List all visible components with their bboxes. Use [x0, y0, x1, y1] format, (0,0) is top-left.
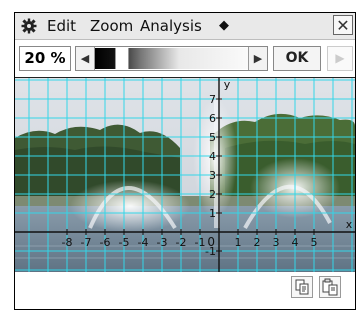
y-tick-label: 5 [209, 131, 216, 144]
graph-canvas[interactable]: -8 -7 -6 -5 -4 -3 -2 -1 1 2 3 4 57654321-10xy [15, 78, 355, 272]
close-button[interactable]: ✕ [333, 15, 353, 35]
menu-edit[interactable]: Edit [47, 16, 76, 36]
slider-track[interactable] [95, 48, 248, 69]
next-arrow-icon: ▶ [327, 46, 353, 71]
status-bar [15, 272, 355, 309]
y-axis-label: y [224, 78, 231, 91]
y-tick-label: 3 [209, 169, 216, 182]
x-axis-label: x [346, 218, 353, 231]
menu-bar: Edit Zoom Analysis ◆ ✕ [15, 13, 355, 40]
analysis-marker-icon: ◆ [219, 18, 229, 33]
zoom-percent-field[interactable]: 20 % [19, 46, 71, 71]
slider-thumb[interactable] [115, 48, 129, 69]
transparency-slider[interactable]: ◀ ▶ [75, 46, 268, 71]
x-tick-label: -4 [138, 236, 149, 249]
x-tick-label: 3 [273, 236, 280, 249]
x-tick-label: -2 [176, 236, 187, 249]
y-tick-label: 2 [209, 188, 216, 201]
graph-window[interactable]: -8 -7 -6 -5 -4 -3 -2 -1 1 2 3 4 5 7 6 5 4 3 2 1 -1 0 x y [15, 77, 355, 273]
x-tick-label: -8 [62, 236, 73, 249]
ok-button[interactable]: OK [273, 46, 321, 71]
x-tick-label: -1 [195, 236, 206, 249]
x-tick-label: 5 [311, 236, 318, 249]
copy-icon[interactable] [291, 276, 313, 298]
toolbar: 20 % ◀ ▶ OK ▶ [15, 40, 355, 76]
y-tick-label: 1 [209, 207, 216, 220]
gear-icon[interactable] [21, 16, 37, 39]
y-tick-label: 7 [209, 93, 216, 106]
menu-zoom[interactable]: Zoom [90, 16, 133, 36]
x-tick-label: 2 [254, 236, 261, 249]
slider-left-arrow-icon[interactable]: ◀ [76, 47, 95, 70]
x-tick-label: 1 [235, 236, 242, 249]
x-tick-label: -5 [119, 236, 130, 249]
y-tick-label: 6 [209, 112, 216, 125]
x-tick-label: 4 [292, 236, 299, 249]
x-tick-label: -6 [100, 236, 111, 249]
paste-icon[interactable] [319, 276, 341, 298]
slider-right-arrow-icon[interactable]: ▶ [248, 47, 267, 70]
x-tick-label: -7 [81, 236, 92, 249]
x-tick-label: -3 [157, 236, 168, 249]
y-tick-label: 4 [209, 150, 216, 163]
menu-analysis[interactable]: Analysis [140, 16, 202, 36]
origin-label: 0 [207, 235, 215, 249]
app-window: Edit Zoom Analysis ◆ ✕ 20 % ◀ ▶ OK ▶ -8 … [14, 12, 356, 310]
